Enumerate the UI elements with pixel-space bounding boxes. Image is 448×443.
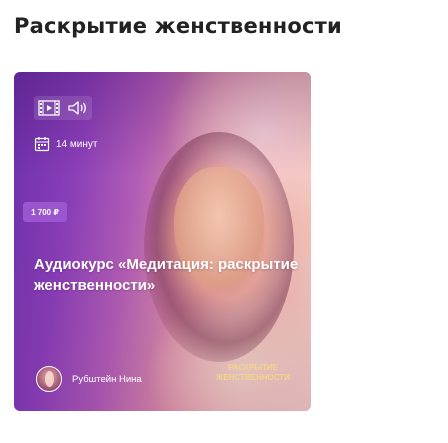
course-card[interactable]: 14 минут 1 700 ₽ Аудиокурс «Медитация: р… bbox=[14, 72, 311, 411]
brand-mark-logo: РАСКРЫТИЕ ЖЕНСТВЕННОСТИ bbox=[216, 363, 290, 382]
course-title[interactable]: Аудиокурс «Медитация: раскрытие женствен… bbox=[34, 254, 299, 296]
media-player-icon bbox=[38, 100, 60, 116]
price-badge: 1 700 ₽ bbox=[23, 202, 67, 222]
duration: 14 минут bbox=[34, 136, 97, 152]
speaker-icon bbox=[68, 101, 86, 115]
calendar-icon bbox=[34, 137, 50, 152]
media-type-badge bbox=[34, 96, 92, 120]
duration-text: 14 минут bbox=[56, 138, 98, 150]
author[interactable]: Рубштейн Нина bbox=[36, 366, 142, 392]
avatar bbox=[36, 366, 62, 392]
author-name: Рубштейн Нина bbox=[72, 373, 142, 385]
page-title: Раскрытие женственности bbox=[14, 14, 342, 38]
